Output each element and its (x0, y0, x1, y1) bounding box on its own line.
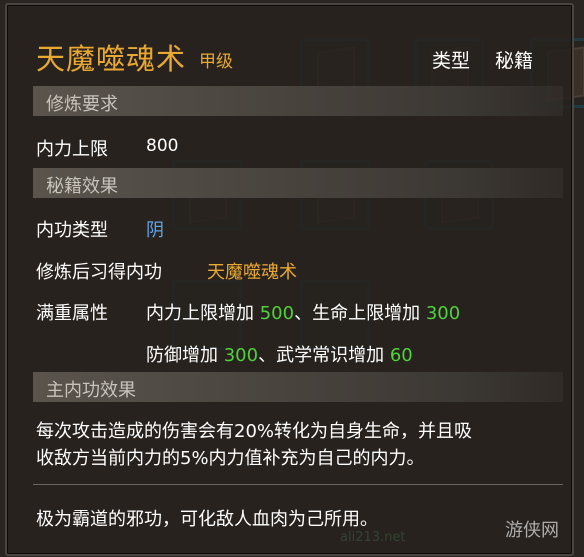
inner-type-label: 内功类型 (36, 220, 108, 241)
section-effects: 秘籍效果 (33, 168, 563, 198)
full-line1-d: 300 (425, 303, 461, 324)
divider (33, 484, 563, 485)
watermark-text: 游侠网 (505, 520, 559, 541)
item-type-value: 秘籍 (495, 50, 534, 72)
inner-type-value: 阴 (146, 220, 164, 241)
item-title: 天魔噬魂术 (36, 42, 187, 76)
section-main-effect-label: 主内功效果 (46, 380, 136, 401)
section-requirements-label: 修炼要求 (46, 94, 118, 115)
watermark-url: ali213.net (340, 530, 406, 545)
item-grade: 甲级 (199, 52, 233, 72)
full-line1-c: 、生命上限增加 (294, 303, 421, 324)
section-requirements: 修炼要求 (33, 86, 563, 116)
full-attr-line2: 防御增加 300、武学常识增加 60 (146, 341, 413, 367)
learn-value: 天魔噬魂术 (207, 262, 297, 283)
section-effects-label: 秘籍效果 (46, 176, 118, 197)
main-effect-line1: 每次攻击造成的伤害会有20%转化为自身生命，并且吸 (36, 421, 473, 442)
main-effect-desc: 每次攻击造成的伤害会有20%转化为自身生命，并且吸 收敌方当前内力的5%内力值补… (36, 418, 556, 472)
full-attr-label: 满重属性 (36, 303, 108, 324)
full-line1-b: 500 (259, 303, 295, 324)
inner-power-value: 800 (146, 136, 179, 156)
full-line2-d: 60 (389, 345, 413, 366)
full-line2-a: 防御增加 (146, 345, 218, 366)
main-effect-line2: 收敌方当前内力的5%内力值补充为自己的内力。 (36, 448, 425, 469)
full-line2-c: 、武学常识增加 (258, 345, 385, 366)
inner-power-label: 内力上限 (36, 139, 108, 160)
item-type-label: 类型 (432, 50, 471, 72)
full-line2-b: 300 (223, 345, 259, 366)
full-attr-line1: 内力上限增加 500、生命上限增加 300 (146, 299, 460, 325)
full-line1-a: 内力上限增加 (146, 303, 254, 324)
game-panel: 天魔噬魂术 甲级 类型 秘籍 修炼要求 内力上限 800 秘籍效果 内功类型 阴… (0, 0, 584, 557)
learn-label: 修炼后习得内功 (36, 262, 162, 283)
flavor-text: 极为霸道的邪功，可化敌人血肉为己所用。 (36, 509, 378, 530)
section-main-effect: 主内功效果 (33, 372, 563, 402)
